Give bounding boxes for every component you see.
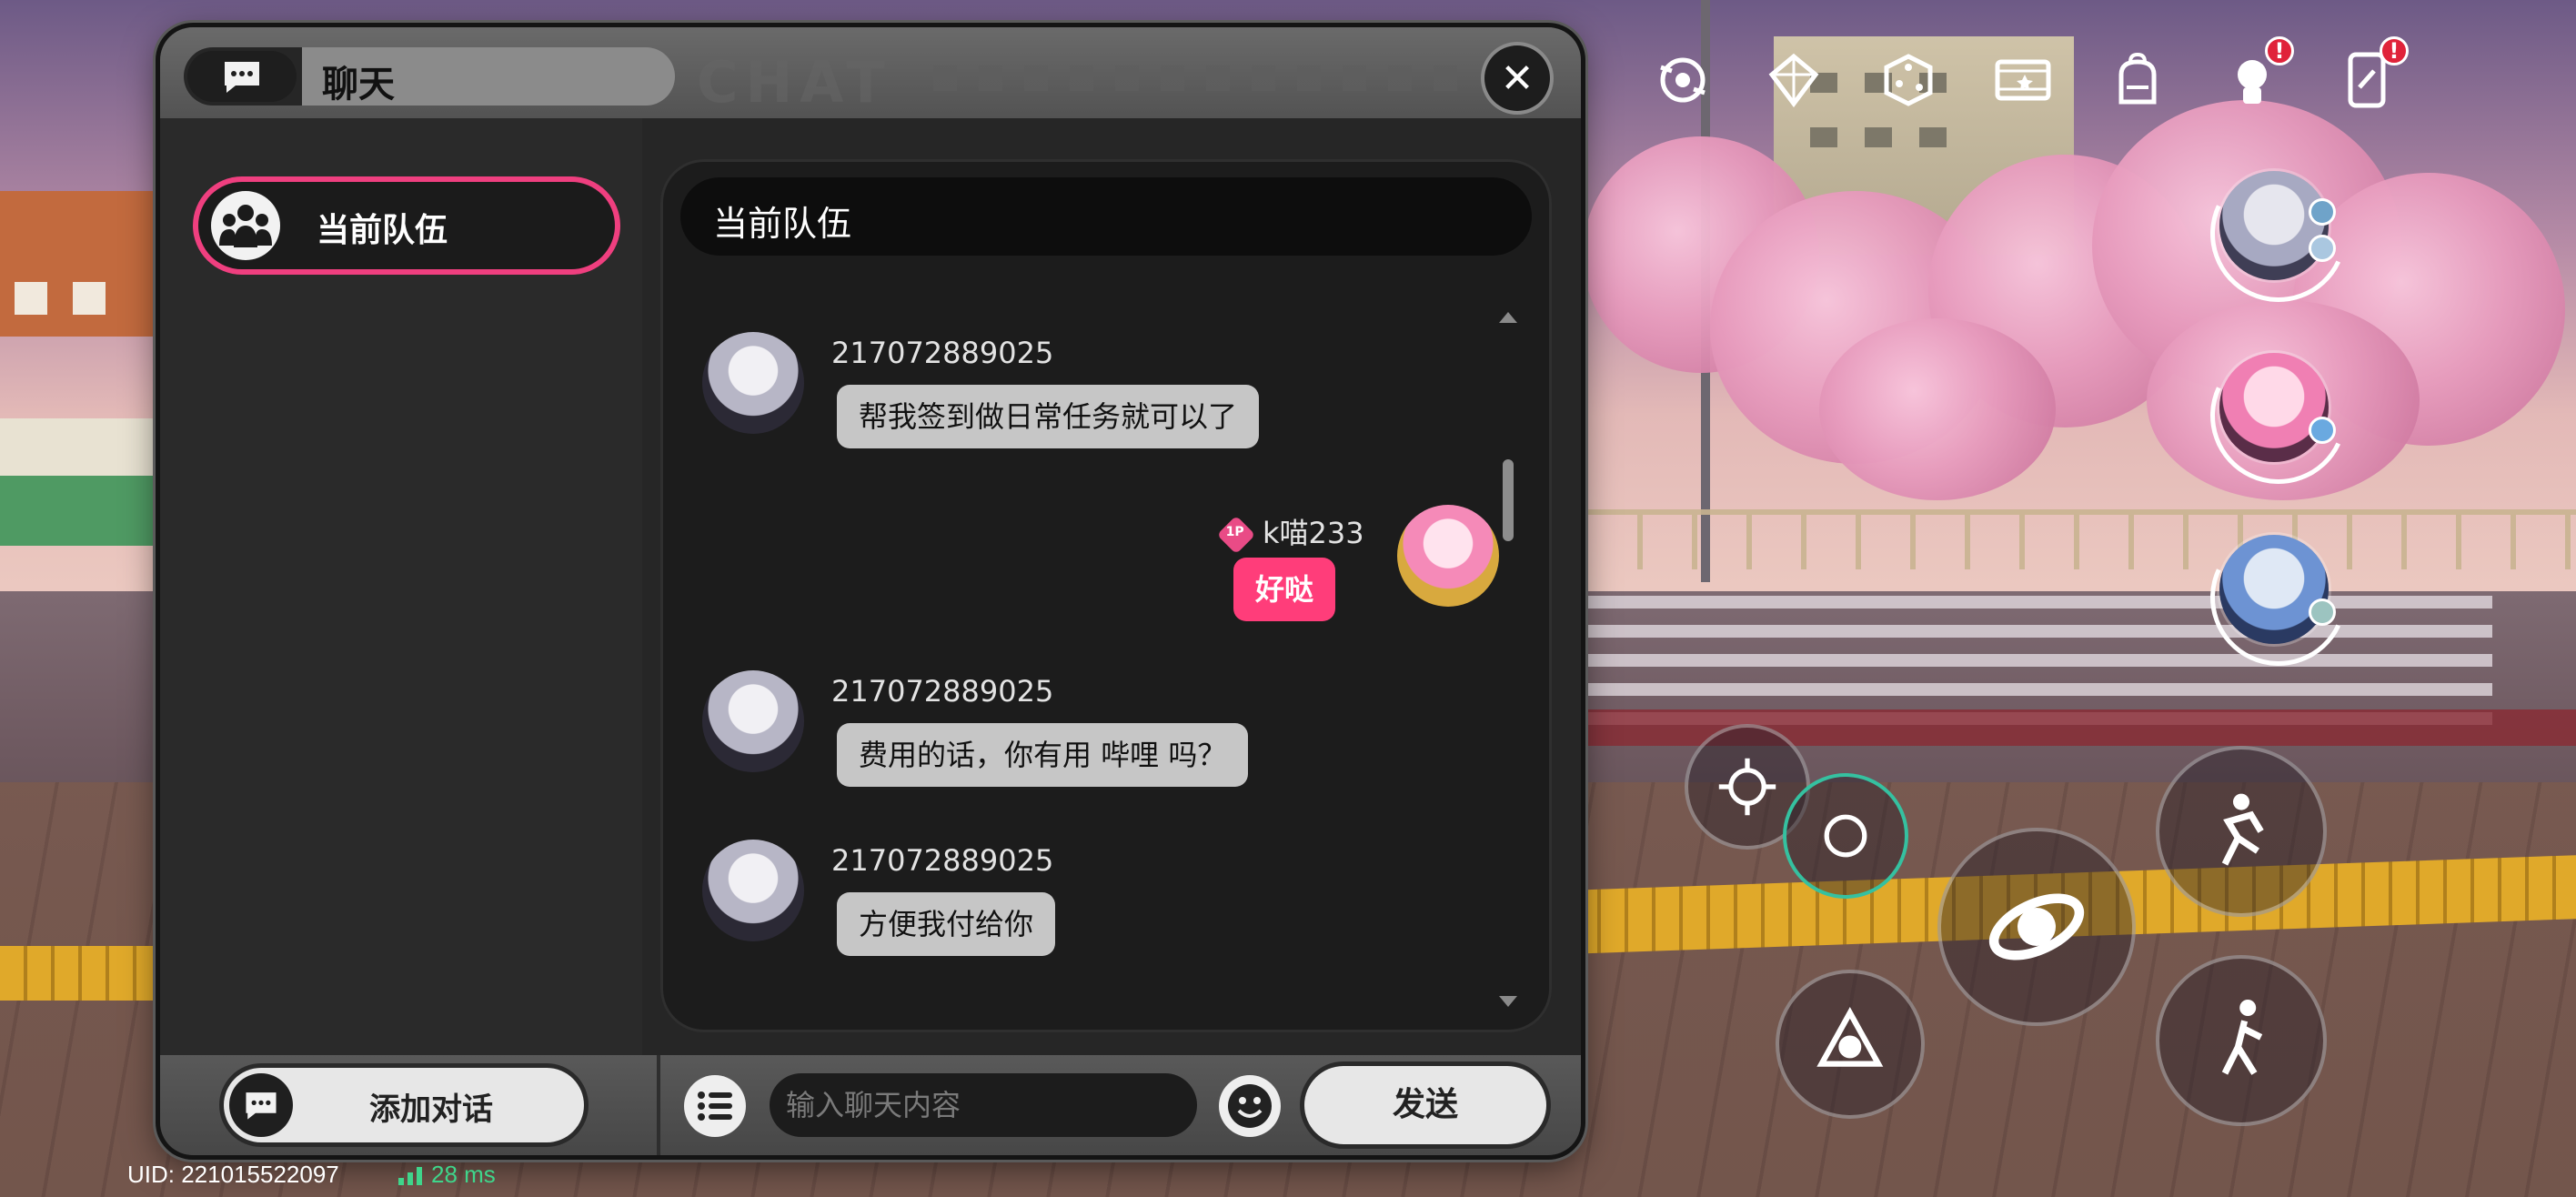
chat-title: 聊天 xyxy=(322,64,395,106)
emoji-button[interactable] xyxy=(1219,1075,1281,1137)
notification-badge: ! xyxy=(2380,36,2409,65)
chat-header: 聊天 CHAT ✕ xyxy=(160,27,1581,118)
scroll-up-icon[interactable] xyxy=(1499,312,1517,323)
avatar[interactable] xyxy=(702,332,804,434)
send-button[interactable]: 发送 xyxy=(1304,1066,1546,1144)
scroll-thumb[interactable] xyxy=(1503,459,1514,541)
close-button[interactable]: ✕ xyxy=(1484,45,1550,111)
skill-button[interactable] xyxy=(1783,773,1908,899)
backpack-icon[interactable] xyxy=(2105,47,2170,113)
phone-icon[interactable]: ! xyxy=(2334,36,2409,113)
message-scrollbar[interactable] xyxy=(1499,312,1517,1007)
tram xyxy=(0,418,164,546)
message-sender-self: 1P k喵233 xyxy=(1216,510,1364,555)
crystal-icon[interactable] xyxy=(1761,47,1826,113)
scroll-down-icon[interactable] xyxy=(1499,996,1517,1007)
list-icon xyxy=(698,1091,732,1121)
quick-phrase-button[interactable] xyxy=(684,1075,746,1137)
message-sender: 217072889025 xyxy=(831,336,1054,370)
ping-text: 28 ms xyxy=(430,1161,496,1188)
target-icon[interactable] xyxy=(1650,47,1716,113)
dice-icon[interactable] xyxy=(1876,47,1941,113)
left-building xyxy=(0,191,164,337)
element-icon xyxy=(2309,198,2336,226)
message-bubble: 帮我签到做日常任务就可以了 xyxy=(837,385,1260,448)
chat-input[interactable] xyxy=(770,1073,1197,1137)
sprint-button[interactable] xyxy=(2156,746,2327,917)
tab-current-team[interactable]: 当前队伍 xyxy=(198,182,615,269)
walk-button[interactable] xyxy=(2156,955,2327,1126)
send-label: 发送 xyxy=(1392,1086,1458,1123)
notification-badge: ! xyxy=(2265,36,2294,65)
team-icon xyxy=(211,191,280,260)
chat-bubble-icon xyxy=(229,1073,293,1137)
signal-icon xyxy=(397,1167,422,1186)
ultimate-button[interactable] xyxy=(1937,828,2136,1026)
tactile-strip-left xyxy=(0,946,182,1001)
chat-footer: 添加对话 发送 xyxy=(160,1055,1581,1155)
message-bubble: 费用的话，你有用 哔哩 吗？ xyxy=(837,723,1249,787)
header-decoration xyxy=(933,65,1461,91)
panel-title: 当前队伍 xyxy=(713,204,852,244)
party-member-portrait[interactable] xyxy=(2219,353,2329,462)
ping-indicator: 28 ms xyxy=(397,1161,496,1188)
add-dialog-button[interactable]: 添加对话 xyxy=(224,1068,584,1142)
player-badge-icon: 1P xyxy=(1216,515,1256,555)
message-panel: 当前队伍 217072889025 帮我签到做日常任务就可以了 1P k喵233 … xyxy=(660,159,1552,1032)
add-dialog-label: 添加对话 xyxy=(369,1091,493,1128)
message-bubble: 方便我付给你 xyxy=(837,892,1056,956)
panel-header: 当前队伍 xyxy=(680,177,1532,256)
message-sender: 217072889025 xyxy=(831,674,1054,709)
status-bar: UID: 221015522097 28 ms xyxy=(127,1161,496,1189)
film-icon[interactable] xyxy=(1990,47,2056,113)
close-icon: ✕ xyxy=(1500,55,1535,102)
chat-bubble-icon xyxy=(187,51,297,102)
spin-skill-button[interactable] xyxy=(1776,970,1925,1119)
message-sender: 217072889025 xyxy=(831,843,1054,878)
footer-divider xyxy=(657,1055,660,1155)
avatar[interactable] xyxy=(702,840,804,941)
element-icon xyxy=(2309,598,2336,626)
party-member-portrait[interactable] xyxy=(2219,171,2329,280)
party-member-portrait[interactable] xyxy=(2219,535,2329,644)
uid-text: UID: 221015522097 xyxy=(127,1161,339,1188)
railing xyxy=(1583,509,2576,569)
tab-label: 当前队伍 xyxy=(317,212,448,249)
chat-watermark: CHAT xyxy=(697,49,892,116)
chat-window: 聊天 CHAT ✕ 当前队伍 当前队伍 217072889025 帮我签到做日常… xyxy=(160,27,1581,1155)
element-icon xyxy=(2309,235,2336,262)
avatar-self[interactable] xyxy=(1397,505,1499,607)
smiley-icon xyxy=(1228,1084,1272,1128)
bell-icon[interactable]: ! xyxy=(2219,36,2294,113)
message-bubble-self: 好哒 xyxy=(1233,558,1336,621)
element-icon xyxy=(2309,417,2336,444)
avatar[interactable] xyxy=(702,670,804,772)
cherry-blossom-trees xyxy=(1583,82,2576,555)
